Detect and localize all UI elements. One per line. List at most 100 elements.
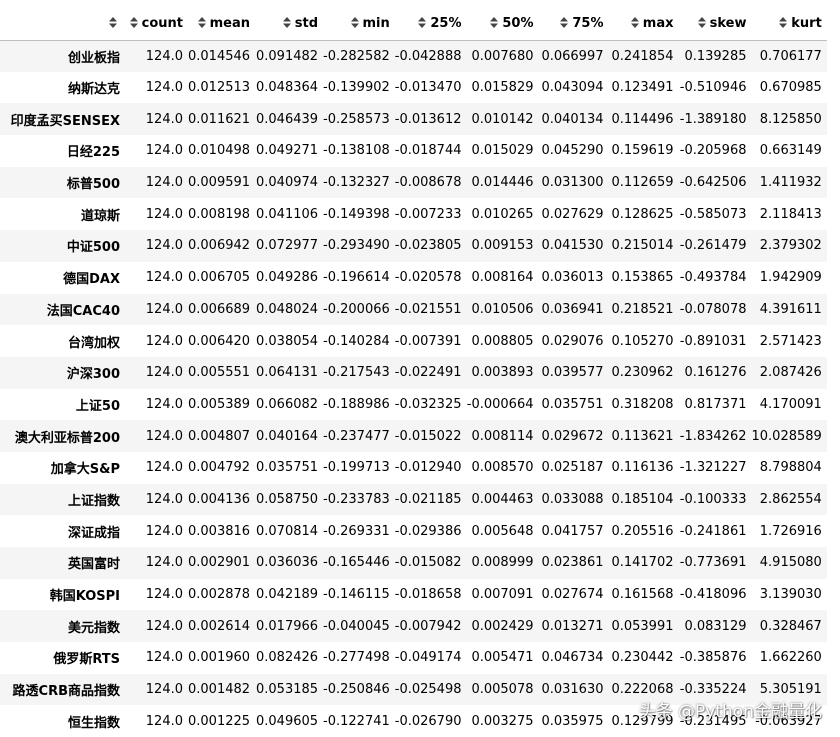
table-cell: 0.105270 [611, 333, 674, 349]
column-header[interactable]: min [323, 7, 395, 41]
table-row: 沪深300 124.0 0.005551 0.064131 -0.217543 -0.02… [0, 356, 827, 389]
table-cell: 0.112659 [611, 175, 674, 191]
table-cell: 0.002878 [188, 587, 251, 603]
sort-updown-icon[interactable] [630, 16, 639, 28]
table-cell: 0.027674 [541, 587, 604, 603]
table-cell: 0.003816 [188, 523, 251, 539]
table-cell: -0.012940 [394, 460, 462, 476]
table-cell: -1.321227 [679, 460, 747, 476]
table-cell: 0.817371 [684, 396, 747, 412]
column-header[interactable]: count [126, 7, 188, 41]
sort-updown-icon[interactable] [560, 16, 569, 28]
table-cell: 0.040164 [256, 428, 319, 444]
table-cell: -0.335224 [679, 682, 747, 698]
table-cell: -1.834262 [679, 428, 747, 444]
sort-updown-icon[interactable] [109, 16, 117, 28]
table-cell: 0.008570 [471, 460, 534, 476]
column-header[interactable]: mean [188, 7, 256, 41]
table-cell: 124.0 [145, 206, 183, 222]
sort-updown-icon[interactable] [490, 16, 499, 28]
table-cell: 0.153865 [611, 270, 674, 286]
column-header[interactable]: 50% [466, 7, 539, 41]
table-cell: 124.0 [145, 682, 183, 698]
row-label: 上证50 [75, 398, 120, 414]
column-header[interactable]: 75% [538, 7, 609, 41]
table-cell: -0.007233 [394, 206, 462, 222]
table-cell: -0.025498 [394, 682, 462, 698]
table-cell: 0.005389 [188, 396, 251, 412]
table-cell: 0.058750 [256, 491, 319, 507]
table-cell: 124.0 [145, 523, 183, 539]
table-cell: 0.035975 [541, 713, 604, 729]
table-cell: 0.064131 [256, 365, 319, 381]
table-cell: -0.008678 [394, 175, 462, 191]
table-cell: 124.0 [145, 555, 183, 571]
sort-updown-icon[interactable] [418, 16, 427, 28]
table-cell: -0.233783 [323, 491, 390, 507]
table-row: 上证指数 124.0 0.004136 0.058750 -0.233783 -0.021… [0, 483, 827, 516]
sort-updown-icon[interactable] [350, 16, 359, 28]
sort-updown-icon[interactable] [197, 16, 206, 28]
table-cell: -0.140284 [323, 333, 390, 349]
table-cell: 0.005648 [471, 523, 534, 539]
table-cell: 0.046734 [541, 650, 604, 666]
row-label: 美元指数 [67, 620, 120, 636]
table-cell: 0.161276 [684, 365, 747, 381]
table-cell: 0.040974 [256, 175, 319, 191]
table-cell: 0.091482 [256, 48, 319, 64]
column-header[interactable]: skew [678, 7, 752, 41]
table-cell: 124.0 [145, 491, 183, 507]
table-row: 印度孟买SENSEX 124.0 0.011621 0.046439 -0.258573… [0, 103, 827, 136]
table-cell: 124.0 [145, 80, 183, 96]
table-cell: 124.0 [145, 270, 183, 286]
table-cell: 0.230962 [611, 365, 674, 381]
table-row: 上证50 124.0 0.005389 0.066082 -0.188986 -0.032… [0, 388, 827, 421]
sort-updown-icon[interactable] [779, 16, 788, 28]
table-cell: 0.017966 [256, 618, 319, 634]
table-body: 创业板指 124.0 0.014546 0.091482 -0.282582 -0.042… [0, 40, 827, 737]
table-cell: 0.009591 [188, 175, 251, 191]
table-cell: 0.042189 [256, 587, 319, 603]
table-cell: 0.010506 [471, 301, 534, 317]
sort-updown-icon[interactable] [129, 16, 138, 28]
index-header[interactable] [0, 7, 126, 41]
table-row: 韩国KOSPI 124.0 0.002878 0.042189 -0.146115 -0.… [0, 578, 827, 611]
table-cell: 0.004807 [188, 428, 251, 444]
table-cell: -0.217543 [323, 365, 390, 381]
table-cell: -0.042888 [394, 48, 462, 64]
table-cell: 0.010142 [471, 111, 534, 127]
table-cell: -0.049174 [394, 650, 462, 666]
table-cell: -0.021185 [394, 491, 462, 507]
table-cell: 2.087426 [759, 365, 822, 381]
table-cell: 0.008805 [471, 333, 534, 349]
table-cell: 0.072977 [256, 238, 319, 254]
table-cell: 2.118413 [759, 206, 822, 222]
table-cell: 0.053991 [611, 618, 674, 634]
table-row: 道琼斯 124.0 0.008198 0.041106 -0.149398 -0.0072… [0, 198, 827, 231]
table-cell: -1.389180 [679, 111, 747, 127]
table-cell: 4.915080 [759, 555, 822, 571]
column-header[interactable]: kurt [751, 7, 827, 41]
column-header[interactable]: std [255, 7, 324, 41]
table-cell: -0.585073 [679, 206, 747, 222]
table-cell: -0.277498 [323, 650, 390, 666]
table-cell: 0.031630 [541, 682, 604, 698]
table-cell: 0.041530 [541, 238, 604, 254]
table-row: 加拿大S&P 124.0 0.004792 0.035751 -0.199713 -0.0… [0, 451, 827, 484]
sort-updown-icon[interactable] [697, 16, 706, 28]
table-row: 路透CRB商品指数 124.0 0.001482 0.053185 -0.250846-… [0, 673, 827, 706]
row-label: 恒生指数 [67, 715, 120, 731]
table-cell: 0.035751 [541, 396, 604, 412]
row-label: 上证指数 [67, 493, 120, 509]
table-cell: 0.001960 [188, 650, 251, 666]
table-cell: 124.0 [145, 428, 183, 444]
column-header[interactable]: 25% [394, 7, 467, 41]
table-cell: 0.015029 [471, 143, 534, 159]
sort-updown-icon[interactable] [282, 16, 291, 28]
table-cell: -0.510946 [679, 80, 747, 96]
table-cell: -0.007391 [394, 333, 462, 349]
table-cell: 2.571423 [759, 333, 822, 349]
table-cell: 4.170091 [759, 396, 822, 412]
table-cell: 0.008999 [471, 555, 534, 571]
column-header[interactable]: max [608, 7, 679, 41]
